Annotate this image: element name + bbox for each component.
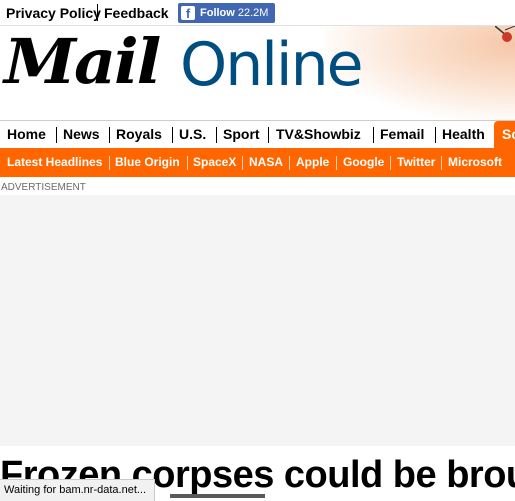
secondary-nav: Latest Headlines Blue Origin SpaceX NASA… bbox=[0, 148, 515, 177]
subnav-google[interactable]: Google bbox=[343, 148, 384, 177]
subnav-separator bbox=[242, 156, 243, 170]
logo-mail: Mail bbox=[4, 26, 161, 98]
nav-femail[interactable]: Femail bbox=[380, 121, 424, 148]
subnav-separator bbox=[289, 156, 290, 170]
subnav-latest-headlines[interactable]: Latest Headlines bbox=[7, 148, 102, 177]
nav-separator bbox=[172, 127, 173, 143]
nav-health[interactable]: Health bbox=[442, 121, 485, 148]
nav-sport[interactable]: Sport bbox=[223, 121, 260, 148]
facebook-icon: f bbox=[181, 6, 195, 20]
masthead[interactable]: Mail Online bbox=[0, 26, 515, 120]
facebook-follow-label: Follow 22.2M bbox=[200, 6, 268, 20]
primary-nav: Home News Royals U.S. Sport TV&Showbiz F… bbox=[0, 120, 515, 148]
subnav-separator bbox=[336, 156, 337, 170]
nav-separator bbox=[109, 127, 110, 143]
horizontal-scrollbar-thumb[interactable] bbox=[170, 494, 265, 498]
privacy-policy-link[interactable]: Privacy Policy bbox=[6, 5, 101, 21]
subnav-separator bbox=[441, 156, 442, 170]
nav-separator bbox=[435, 127, 436, 143]
decorative-pin-icon bbox=[495, 26, 515, 42]
nav-tv-showbiz[interactable]: TV&Showbiz bbox=[276, 121, 361, 148]
subnav-separator bbox=[109, 156, 110, 170]
top-bar: Privacy Policy Feedback f Follow 22.2M bbox=[0, 0, 515, 26]
nav-news[interactable]: News bbox=[63, 121, 100, 148]
nav-separator bbox=[268, 127, 269, 143]
nav-science-active-tab[interactable]: Sc bbox=[494, 121, 515, 148]
follow-text: Follow bbox=[200, 7, 235, 19]
subnav-nasa[interactable]: NASA bbox=[249, 148, 283, 177]
advertisement-label: ADVERTISEMENT bbox=[1, 182, 86, 193]
subnav-twitter[interactable]: Twitter bbox=[397, 148, 435, 177]
browser-status-bar: Waiting for bam.nr-data.net... bbox=[0, 479, 156, 501]
feedback-link[interactable]: Feedback bbox=[104, 5, 169, 21]
nav-separator bbox=[373, 127, 374, 143]
facebook-follow-button[interactable]: f Follow 22.2M bbox=[178, 3, 275, 23]
nav-home[interactable]: Home bbox=[7, 121, 46, 148]
subnav-blue-origin[interactable]: Blue Origin bbox=[115, 148, 180, 177]
nav-separator bbox=[56, 127, 57, 143]
nav-separator bbox=[216, 127, 217, 143]
nav-royals[interactable]: Royals bbox=[116, 121, 162, 148]
subnav-apple[interactable]: Apple bbox=[296, 148, 329, 177]
logo-online: Online bbox=[180, 30, 364, 100]
subnav-spacex[interactable]: SpaceX bbox=[193, 148, 236, 177]
nav-us[interactable]: U.S. bbox=[179, 121, 206, 148]
advertisement-slot[interactable] bbox=[0, 195, 515, 446]
subnav-separator bbox=[390, 156, 391, 170]
subnav-separator bbox=[187, 156, 188, 170]
top-divider bbox=[97, 4, 98, 21]
subnav-microsoft[interactable]: Microsoft bbox=[448, 148, 502, 177]
follower-count: 22.2M bbox=[237, 7, 269, 19]
